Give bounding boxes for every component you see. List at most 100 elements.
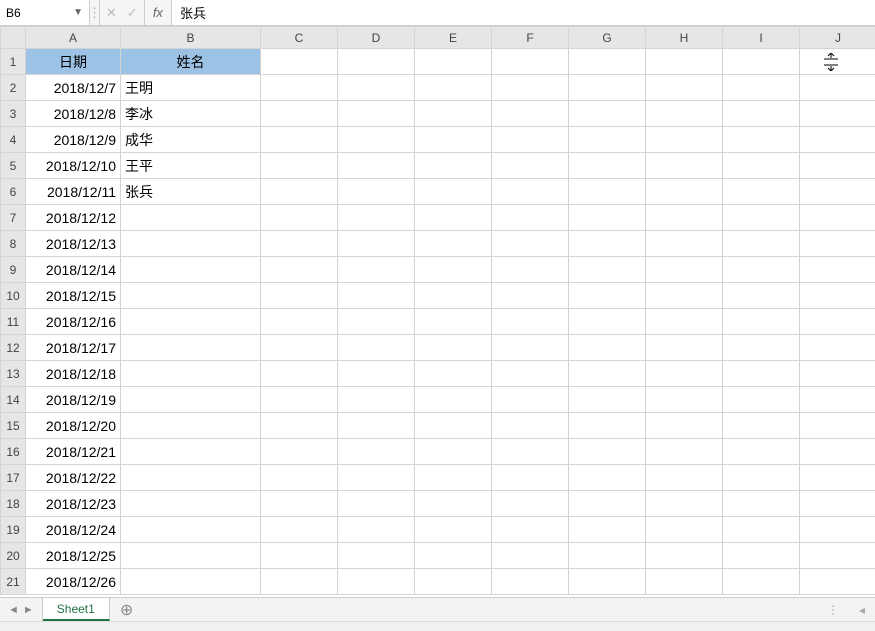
cell[interactable]: 2018/12/24 xyxy=(26,517,121,543)
nav-prev-icon[interactable]: ◄ xyxy=(8,604,19,616)
cell[interactable] xyxy=(723,283,800,309)
cell[interactable]: 成华 xyxy=(121,127,261,153)
cell[interactable] xyxy=(261,439,338,465)
cell[interactable]: 2018/12/21 xyxy=(26,439,121,465)
cell[interactable] xyxy=(338,387,415,413)
cell[interactable] xyxy=(492,127,569,153)
cell[interactable]: 2018/12/9 xyxy=(26,127,121,153)
cell[interactable] xyxy=(261,309,338,335)
cell[interactable] xyxy=(415,517,492,543)
col-header-I[interactable]: I xyxy=(723,27,800,49)
cell[interactable] xyxy=(121,231,261,257)
cell[interactable] xyxy=(723,517,800,543)
cell[interactable] xyxy=(121,283,261,309)
cell[interactable] xyxy=(415,569,492,595)
cell[interactable] xyxy=(646,439,723,465)
cell[interactable] xyxy=(492,387,569,413)
row-header[interactable]: 7 xyxy=(1,205,26,231)
row-header[interactable]: 21 xyxy=(1,569,26,595)
row-header[interactable]: 16 xyxy=(1,439,26,465)
cell[interactable] xyxy=(261,101,338,127)
cell[interactable] xyxy=(121,491,261,517)
cell[interactable] xyxy=(723,361,800,387)
cell[interactable] xyxy=(338,231,415,257)
cell[interactable] xyxy=(646,361,723,387)
cell[interactable] xyxy=(261,205,338,231)
row-header[interactable]: 8 xyxy=(1,231,26,257)
cell[interactable]: 2018/12/8 xyxy=(26,101,121,127)
cell[interactable] xyxy=(646,179,723,205)
col-header-D[interactable]: D xyxy=(338,27,415,49)
horizontal-scrollbar[interactable] xyxy=(0,621,875,631)
cell[interactable] xyxy=(800,179,875,205)
cell[interactable] xyxy=(121,517,261,543)
cell[interactable]: 王平 xyxy=(121,153,261,179)
cell[interactable] xyxy=(646,543,723,569)
cell[interactable]: 2018/12/11 xyxy=(26,179,121,205)
cell[interactable] xyxy=(261,413,338,439)
cell[interactable] xyxy=(569,153,646,179)
cell[interactable] xyxy=(646,127,723,153)
cell[interactable] xyxy=(338,257,415,283)
cell[interactable] xyxy=(646,75,723,101)
cell[interactable] xyxy=(569,231,646,257)
cell[interactable] xyxy=(121,335,261,361)
row-header[interactable]: 4 xyxy=(1,127,26,153)
cell[interactable]: 2018/12/18 xyxy=(26,361,121,387)
cell[interactable] xyxy=(261,387,338,413)
cell[interactable] xyxy=(569,335,646,361)
cell[interactable] xyxy=(800,49,875,75)
row-header[interactable]: 20 xyxy=(1,543,26,569)
cancel-icon[interactable]: ✕ xyxy=(106,5,117,21)
cell[interactable] xyxy=(800,569,875,595)
cell[interactable] xyxy=(261,179,338,205)
cell[interactable] xyxy=(646,309,723,335)
cell[interactable] xyxy=(261,543,338,569)
cell[interactable] xyxy=(646,231,723,257)
cell[interactable] xyxy=(492,205,569,231)
row-header[interactable]: 3 xyxy=(1,101,26,127)
row-header[interactable]: 11 xyxy=(1,309,26,335)
cell[interactable] xyxy=(646,465,723,491)
cell[interactable]: 2018/12/17 xyxy=(26,335,121,361)
cell[interactable] xyxy=(492,465,569,491)
cell[interactable] xyxy=(338,517,415,543)
cell[interactable] xyxy=(338,101,415,127)
cell[interactable] xyxy=(723,49,800,75)
cell[interactable] xyxy=(800,543,875,569)
name-box-dropdown-icon[interactable]: ▼ xyxy=(73,7,83,18)
cell[interactable] xyxy=(415,127,492,153)
row-header[interactable]: 19 xyxy=(1,517,26,543)
cell[interactable] xyxy=(646,387,723,413)
cell[interactable] xyxy=(492,283,569,309)
cell[interactable] xyxy=(569,361,646,387)
cell[interactable] xyxy=(261,465,338,491)
cell[interactable]: 2018/12/15 xyxy=(26,283,121,309)
hscroll-left-icon[interactable]: ◂ xyxy=(859,603,865,617)
cell[interactable] xyxy=(723,205,800,231)
cell[interactable]: 2018/12/22 xyxy=(26,465,121,491)
row-header[interactable]: 12 xyxy=(1,335,26,361)
cell[interactable] xyxy=(121,413,261,439)
cell[interactable] xyxy=(338,283,415,309)
sheet-nav-buttons[interactable]: ◄ ► xyxy=(0,598,43,621)
cell[interactable] xyxy=(646,517,723,543)
cell[interactable] xyxy=(492,517,569,543)
cell[interactable] xyxy=(569,517,646,543)
cell[interactable] xyxy=(646,413,723,439)
cell[interactable] xyxy=(261,153,338,179)
col-header-B[interactable]: B xyxy=(121,27,261,49)
cell[interactable] xyxy=(723,465,800,491)
cell[interactable] xyxy=(492,101,569,127)
row-header[interactable]: 9 xyxy=(1,257,26,283)
cell[interactable] xyxy=(492,179,569,205)
cell[interactable] xyxy=(415,75,492,101)
cell[interactable] xyxy=(415,387,492,413)
cell[interactable] xyxy=(800,205,875,231)
cell[interactable] xyxy=(121,543,261,569)
cell[interactable]: 2018/12/10 xyxy=(26,153,121,179)
cell[interactable]: 2018/12/13 xyxy=(26,231,121,257)
cell[interactable] xyxy=(646,569,723,595)
col-header-C[interactable]: C xyxy=(261,27,338,49)
cell[interactable] xyxy=(569,257,646,283)
